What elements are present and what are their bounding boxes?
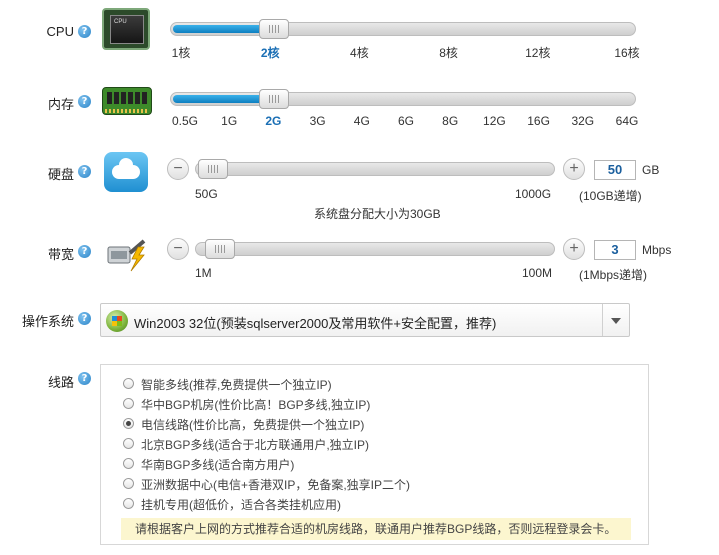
cloud-disk-icon [104, 152, 148, 192]
os-help-icon[interactable]: ? [78, 312, 91, 325]
memory-tick-label[interactable]: 2G [265, 114, 281, 128]
memory-tick-label[interactable]: 8G [442, 114, 458, 128]
memory-slider-track[interactable] [170, 89, 636, 109]
memory-label: 内存 [47, 97, 74, 112]
disk-increase-button[interactable]: + [563, 158, 585, 180]
cpu-tick-label[interactable]: 2核 [261, 44, 280, 61]
line-option-label: 北京BGP多线(适合于北方联通用户,独立IP) [141, 438, 370, 452]
bandwidth-slider-track[interactable] [195, 239, 555, 259]
bandwidth-increase-button[interactable]: + [563, 238, 585, 260]
windows-logo-icon [106, 310, 128, 332]
bandwidth-step-note: (1Mbps递增) [579, 268, 648, 282]
line-option-label: 智能多线(推荐,免费提供一个独立IP) [141, 378, 332, 392]
cpu-tick-label[interactable]: 1核 [172, 44, 191, 61]
line-help-icon[interactable]: ? [78, 372, 91, 385]
bandwidth-input[interactable]: 3 [594, 240, 636, 260]
cpu-tick-label[interactable]: 4核 [350, 44, 369, 61]
bandwidth-unit: Mbps [642, 243, 672, 257]
os-select[interactable]: Win2003 32位(预装sqlserver2000及常用软件+安全配置，推荐… [100, 303, 630, 337]
memory-tick-label[interactable]: 64G [616, 114, 639, 128]
cpu-tick-label[interactable]: 12核 [525, 44, 550, 61]
cpu-chip-text: CPU [114, 19, 127, 25]
disk-unit: GB [642, 163, 660, 177]
bandwidth-min-label: 1M [195, 266, 212, 280]
bandwidth-slider-handle[interactable] [204, 239, 235, 259]
memory-tick-label[interactable]: 0.5G [172, 114, 198, 128]
os-label: 操作系统 [21, 314, 74, 329]
line-option-radio[interactable] [123, 498, 134, 509]
memory-tick-label[interactable]: 1G [221, 114, 237, 128]
line-option-label: 华中BGP机房(性价比高！BGP多线,独立IP) [141, 398, 371, 412]
disk-slider-track[interactable] [195, 159, 555, 179]
disk-min-label: 50G [195, 187, 218, 201]
cpu-tick-label[interactable]: 16核 [614, 44, 639, 61]
network-cable-icon [107, 239, 146, 272]
memory-tick-label[interactable]: 4G [354, 114, 370, 128]
disk-slider-handle[interactable] [198, 159, 228, 179]
line-option-radio[interactable] [123, 478, 134, 489]
disk-label: 硬盘 [47, 167, 74, 182]
os-selected-value: Win2003 32位(预装sqlserver2000及常用软件+安全配置，推荐… [134, 316, 497, 331]
memory-tick-label[interactable]: 16G [527, 114, 550, 128]
line-options-panel: 智能多线(推荐,免费提供一个独立IP) 华中BGP机房(性价比高！BGP多线,独立… [100, 364, 649, 545]
cpu-chip-icon: CPU [102, 8, 150, 50]
memory-tick-label[interactable]: 3G [310, 114, 326, 128]
line-option-label: 挂机专用(超低价，适合各类挂机应用) [141, 498, 341, 512]
cpu-label: CPU [46, 24, 74, 39]
cpu-slider-track[interactable] [170, 19, 636, 39]
line-option-radio[interactable] [123, 438, 134, 449]
memory-help-icon[interactable]: ? [78, 95, 91, 108]
bandwidth-decrease-button[interactable]: − [167, 238, 189, 260]
disk-decrease-button[interactable]: − [167, 158, 189, 180]
disk-step-note: (10GB递增) [579, 189, 642, 203]
line-label: 线路 [47, 375, 74, 390]
disk-size-input[interactable]: 50 [594, 160, 636, 180]
memory-tick-label[interactable]: 6G [398, 114, 414, 128]
line-option-radio[interactable] [123, 418, 134, 429]
memory-tick-label[interactable]: 12G [483, 114, 506, 128]
cpu-slider-handle[interactable] [259, 19, 290, 39]
memory-slider-handle[interactable] [259, 89, 290, 109]
chevron-down-icon[interactable] [602, 304, 629, 336]
disk-help-icon[interactable]: ? [78, 165, 91, 178]
memory-stick-icon [102, 87, 152, 115]
line-tip: 请根据客户上网的方式推荐合适的机房线路，联通用户推荐BGP线路，否则远程登录会卡… [121, 518, 631, 540]
line-option-label: 华南BGP多线(适合南方用户) [141, 458, 295, 472]
bandwidth-label: 带宽 [47, 247, 74, 262]
cpu-tick-label[interactable]: 8核 [439, 44, 458, 61]
line-option-radio[interactable] [123, 378, 134, 389]
bandwidth-max-label: 100M [522, 266, 553, 280]
bandwidth-help-icon[interactable]: ? [78, 245, 91, 258]
disk-max-label: 1000G [515, 187, 552, 201]
cpu-help-icon[interactable]: ? [78, 25, 91, 38]
line-option-label: 亚洲数据中心(电信+香港双IP，免备案,独享IP二个) [141, 478, 411, 492]
line-option-radio[interactable] [123, 398, 134, 409]
system-disk-note: 系统盘分配大小为30GB [314, 207, 441, 221]
line-option-label: 电信线路(性价比高，免费提供一个独立IP) [141, 418, 365, 432]
line-option-radio[interactable] [123, 458, 134, 469]
memory-tick-label[interactable]: 32G [571, 114, 594, 128]
